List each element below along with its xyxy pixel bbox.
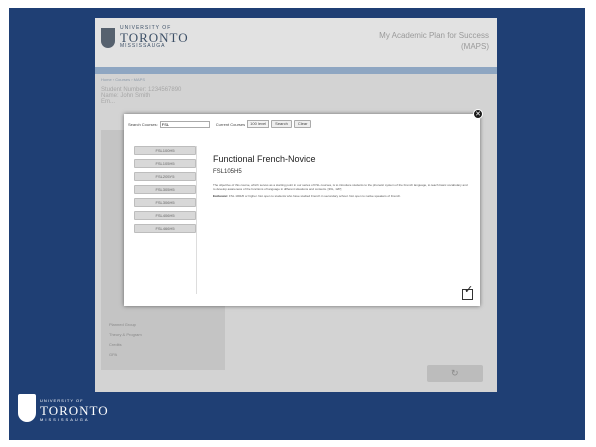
refresh-button[interactable]: ↻	[427, 365, 483, 382]
breadcrumb[interactable]: Home › Courses › MAPS	[101, 77, 145, 82]
footer-sub-text: MISSISSAUGA	[40, 417, 90, 422]
clear-button[interactable]: Clear	[293, 120, 312, 128]
checkmark-icon: ✓	[464, 284, 474, 296]
course-description: The objective of this course, which serv…	[213, 183, 468, 191]
exclusion-label: Exclusion:	[213, 194, 229, 198]
level-select[interactable]: 100 level	[247, 120, 270, 128]
student-info: Student Number: 1234567890 Name: John Sm…	[101, 87, 181, 105]
refresh-icon: ↻	[451, 368, 459, 378]
course-search-modal: Search Courses: Current Courses 100 leve…	[124, 114, 480, 306]
course-list-item[interactable]: FSL406H5	[134, 211, 196, 220]
student-email: Em...	[101, 99, 116, 105]
search-button[interactable]: Search	[271, 120, 292, 128]
footer-logo: UNIVERSITY OF TORONTO MISSISSAUGA	[18, 394, 109, 422]
app-header: UNIVERSITY OF TORONTO MISSISSAUGA My Aca…	[95, 18, 497, 67]
panel-row[interactable]: GPA	[101, 350, 225, 360]
course-list-item[interactable]: FSL306H5	[134, 198, 196, 207]
course-list: FSL100H5 FSL105H5 FSL205Y5 FSL305H5 FSL3…	[132, 146, 197, 294]
search-bar: Search Courses: Current Courses 100 leve…	[128, 120, 313, 128]
course-list-item[interactable]: FSL100H5	[134, 146, 196, 155]
course-list-item[interactable]: FSL105H5	[134, 159, 196, 168]
course-list-item[interactable]: FSL305H5	[134, 185, 196, 194]
nav-bar	[95, 67, 497, 74]
crest-icon	[101, 27, 115, 48]
crest-icon	[18, 394, 36, 422]
panel-row[interactable]: Credits	[101, 340, 225, 350]
course-code: FSL105H5	[213, 169, 242, 175]
uoft-logo[interactable]: UNIVERSITY OF TORONTO MISSISSAUGA	[101, 26, 189, 49]
course-list-item[interactable]: FSL466H5	[134, 224, 196, 233]
app-title: My Academic Plan for Success (MAPS)	[379, 31, 489, 51]
panel-row[interactable]: Theory & Program	[101, 330, 225, 340]
search-input[interactable]	[159, 120, 210, 128]
course-list-item[interactable]: FSL205Y5	[134, 172, 196, 181]
course-detail: Functional French-Novice FSL105H5 The ob…	[213, 154, 468, 198]
course-title: Functional French-Novice	[213, 154, 316, 164]
search-label: Search Courses:	[128, 121, 158, 127]
panel-row[interactable]: Planned Group	[101, 320, 225, 330]
current-courses-label: Current Courses	[215, 121, 246, 127]
exclusion-text: FSL 100H5 or higher. Not open to student…	[229, 194, 402, 198]
confirm-checkbox[interactable]: ✓	[462, 285, 473, 300]
course-exclusion: Exclusion: FSL 100H5 or higher. Not open…	[213, 194, 468, 198]
close-icon[interactable]: ✕	[473, 109, 483, 119]
footer-main-text: TORONTO	[40, 403, 109, 418]
